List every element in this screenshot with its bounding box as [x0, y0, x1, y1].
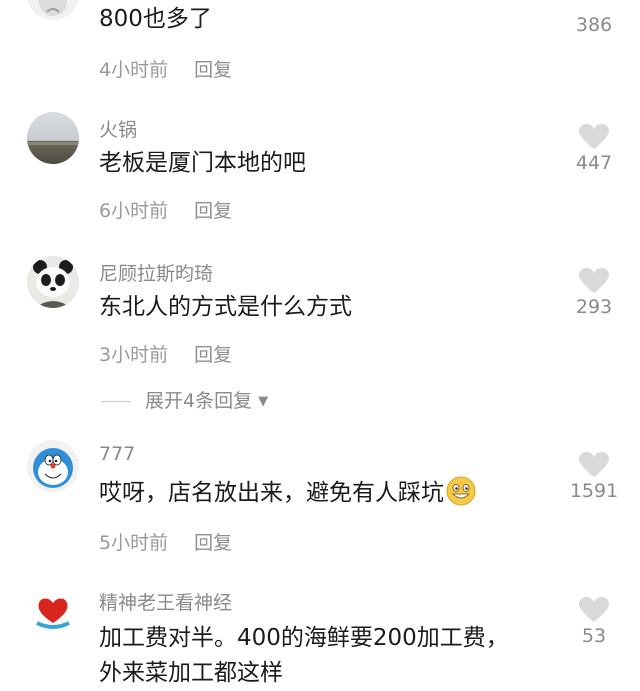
avatar[interactable] — [27, 440, 79, 492]
heart-icon — [579, 597, 609, 622]
like-button[interactable]: 447 — [564, 124, 624, 174]
like-button[interactable]: 53 — [564, 597, 624, 647]
expand-replies-label: 展开4条回复 — [145, 390, 253, 412]
username[interactable]: 火锅 — [99, 115, 137, 142]
like-count: 53 — [581, 625, 607, 647]
comment-meta: 4小时前 回复 — [99, 55, 232, 82]
heart-icon — [579, 124, 609, 149]
username[interactable]: 777 — [99, 443, 135, 465]
like-count: 1591 — [569, 480, 619, 502]
heart-icon — [579, 268, 609, 293]
comment-text: 东北人的方式是什么方式 — [99, 294, 352, 320]
comment-time: 5小时前 — [99, 532, 169, 554]
expand-replies-button[interactable]: 展开4条回复 ▼ — [101, 386, 268, 413]
comment-time: 4小时前 — [99, 59, 169, 81]
comment-text: 老板是厦门本地的吧 — [99, 150, 306, 176]
reply-button[interactable]: 回复 — [194, 59, 232, 81]
comment-meta: 5小时前 回复 — [99, 528, 232, 555]
panda-avatar-image — [27, 256, 79, 308]
avatar-image — [27, 112, 79, 164]
like-button[interactable]: 386 — [564, 0, 624, 36]
like-count: 293 — [575, 296, 613, 318]
grinning-face-emoji-icon — [446, 476, 476, 506]
avatar[interactable] — [27, 585, 79, 637]
like-button[interactable]: 293 — [564, 268, 624, 318]
username[interactable]: 尼顾拉斯昀琦 — [99, 259, 213, 286]
avatar[interactable] — [27, 112, 79, 164]
like-button[interactable]: 1591 — [564, 452, 624, 502]
comment-meta: 3小时前 回复 — [99, 340, 232, 367]
reply-button[interactable]: 回复 — [194, 532, 232, 554]
comment-text: 哎呀，店名放出来，避免有人踩坑 — [99, 476, 559, 511]
heart-icon — [579, 452, 609, 477]
comment-text-body: 哎呀，店名放出来，避免有人踩坑 — [99, 480, 444, 506]
username[interactable]: 精神老王看神经 — [99, 588, 232, 615]
avatar[interactable] — [27, 0, 79, 20]
caret-down-icon: ▼ — [258, 394, 269, 409]
like-count: 447 — [575, 152, 613, 174]
avatar-image — [27, 0, 79, 20]
comment-meta: 6小时前 回复 — [99, 196, 232, 223]
doraemon-avatar-image — [27, 440, 79, 492]
reply-button[interactable]: 回复 — [194, 200, 232, 222]
divider — [101, 401, 131, 402]
red-logo-avatar-image — [27, 585, 79, 637]
reply-button[interactable]: 回复 — [194, 344, 232, 366]
comment-text: 加工费对半。400的海鲜要200加工费，外来菜加工都这样 — [99, 625, 509, 686]
like-count: 386 — [575, 14, 613, 36]
comment-time: 6小时前 — [99, 200, 169, 222]
avatar[interactable] — [27, 256, 79, 308]
comment-text: 800也多了 — [99, 6, 212, 32]
comment-time: 3小时前 — [99, 344, 169, 366]
